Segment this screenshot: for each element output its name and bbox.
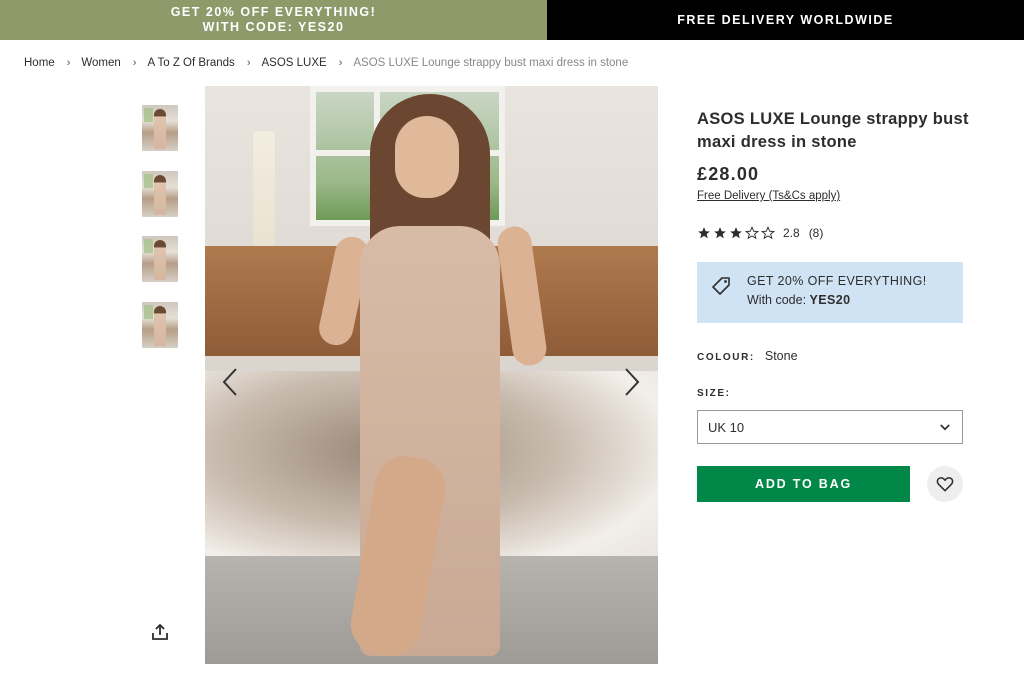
promo-code-line: With code: YES20 xyxy=(747,293,850,307)
discount-banner-line1: GET 20% OFF EVERYTHING! xyxy=(170,5,377,19)
star-filled-icon xyxy=(714,227,726,239)
size-selected-value: UK 10 xyxy=(708,419,745,435)
promo-headline: GET 20% OFF EVERYTHING! xyxy=(747,274,927,288)
breadcrumb-separator: › xyxy=(338,57,343,69)
colour-label: COLOUR: xyxy=(697,352,755,363)
product-thumbnail-1[interactable] xyxy=(142,105,178,151)
tag-icon xyxy=(712,277,730,295)
promo-banners: GET 20% OFF EVERYTHING! WITH CODE: YES20… xyxy=(0,0,1024,40)
save-for-later-button[interactable] xyxy=(927,466,963,502)
rating-stars xyxy=(697,226,775,240)
colour-row: COLOUR: Stone xyxy=(697,349,798,363)
share-button[interactable] xyxy=(150,622,170,642)
delivery-banner-text: FREE DELIVERY WORLDWIDE xyxy=(677,13,894,27)
free-delivery-link[interactable]: Free Delivery (Ts&Cs apply) xyxy=(697,190,840,202)
promo-code-box[interactable]: GET 20% OFF EVERYTHING! With code: YES20 xyxy=(697,262,963,323)
star-empty-icon xyxy=(745,226,759,240)
product-price: £28.00 xyxy=(697,164,760,184)
breadcrumb-separator: › xyxy=(132,57,137,69)
breadcrumb-home[interactable]: Home xyxy=(24,57,55,69)
product-rating[interactable]: 2.8 (8) xyxy=(697,226,823,240)
rating-value: 2.8 xyxy=(783,226,800,240)
add-to-bag-button[interactable]: ADD TO BAG xyxy=(697,466,910,502)
discount-banner-line2: WITH CODE: YES20 xyxy=(202,20,345,34)
breadcrumb: Home › Women › A To Z Of Brands › ASOS L… xyxy=(24,57,628,69)
promo-code-prefix: With code: xyxy=(747,293,810,307)
star-filled-icon xyxy=(698,227,710,239)
discount-banner[interactable]: GET 20% OFF EVERYTHING! WITH CODE: YES20 xyxy=(0,0,547,40)
chevron-left-icon xyxy=(222,368,237,396)
breadcrumb-separator: › xyxy=(66,57,71,69)
star-filled-icon xyxy=(730,227,742,239)
gallery-next-button[interactable] xyxy=(617,364,647,400)
heart-icon xyxy=(936,477,954,492)
rating-count: (8) xyxy=(808,226,824,240)
star-empty-icon xyxy=(761,226,775,240)
product-main-image[interactable] xyxy=(205,86,658,664)
breadcrumb-women[interactable]: Women xyxy=(81,57,120,69)
chevron-right-icon xyxy=(625,368,640,396)
breadcrumb-brands[interactable]: A To Z Of Brands xyxy=(147,57,234,69)
share-icon xyxy=(152,623,168,640)
breadcrumb-asos-luxe[interactable]: ASOS LUXE xyxy=(261,57,326,69)
size-label: SIZE: xyxy=(697,388,731,399)
product-thumbnail-2[interactable] xyxy=(142,171,178,217)
product-thumbnail-3[interactable] xyxy=(142,236,178,282)
gallery-prev-button[interactable] xyxy=(215,364,245,400)
chevron-down-icon xyxy=(940,423,950,430)
size-select[interactable]: UK 10 xyxy=(697,410,963,444)
product-title: ASOS LUXE Lounge strappy bust maxi dress… xyxy=(697,110,969,151)
product-thumbnail-4[interactable] xyxy=(142,302,178,348)
breadcrumb-separator: › xyxy=(246,57,251,69)
delivery-banner[interactable]: FREE DELIVERY WORLDWIDE xyxy=(547,0,1024,40)
colour-value: Stone xyxy=(764,349,798,363)
breadcrumb-current: ASOS LUXE Lounge strappy bust maxi dress… xyxy=(353,57,629,69)
promo-code: YES20 xyxy=(809,293,851,307)
